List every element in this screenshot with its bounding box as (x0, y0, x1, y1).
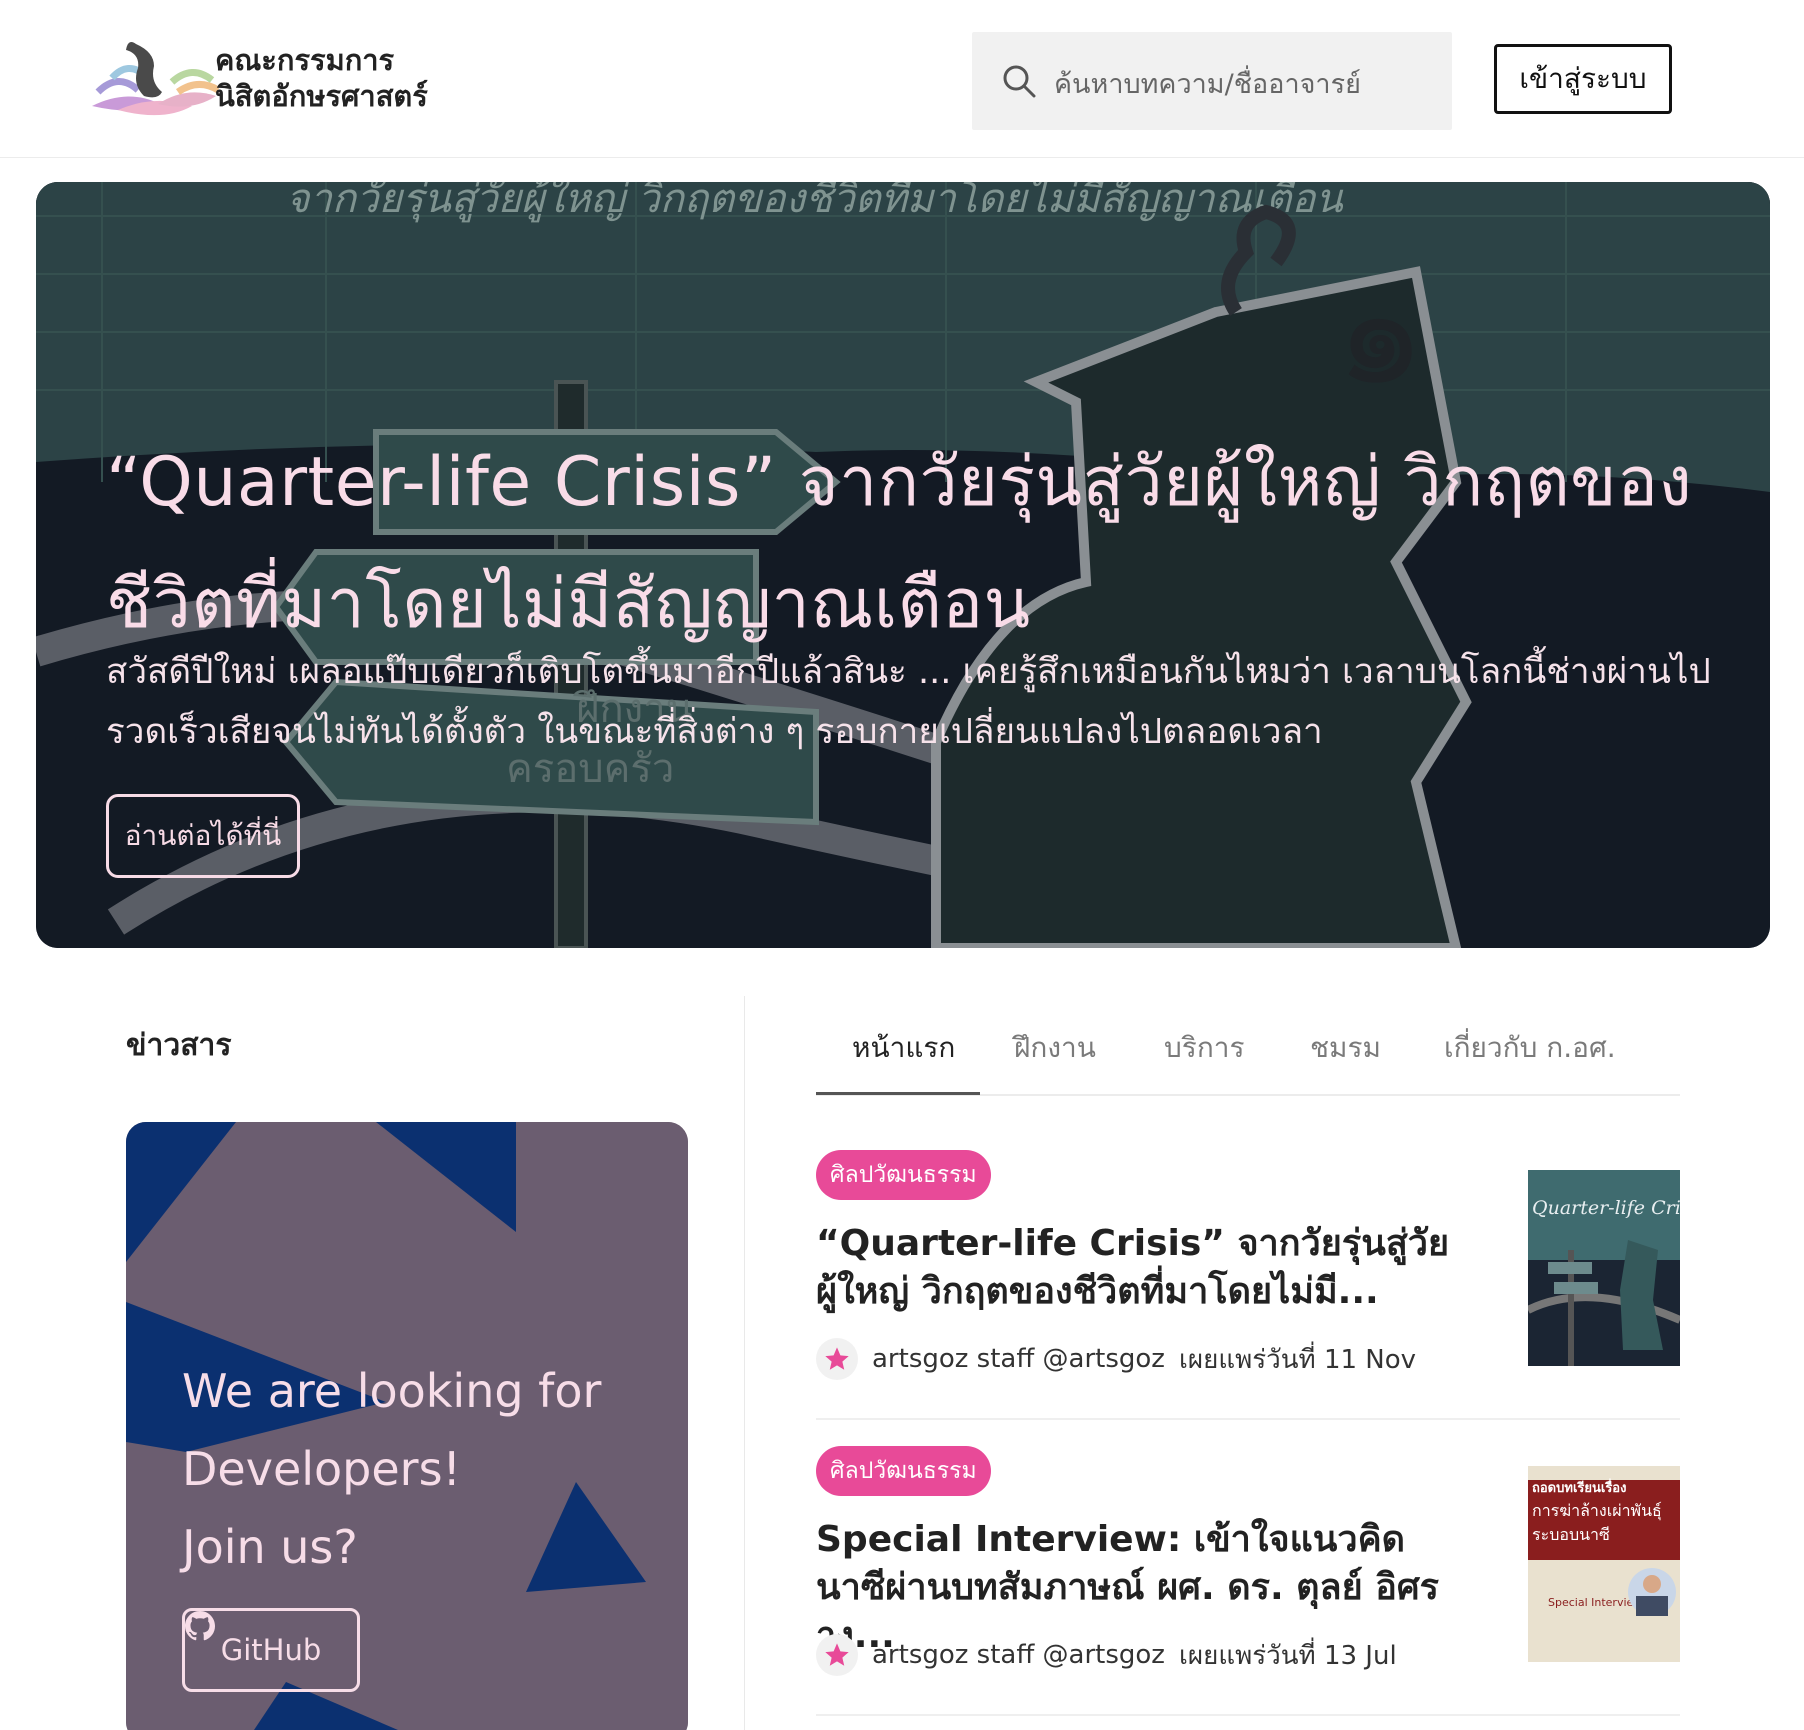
search-box[interactable]: ค้นหาบทความ/ชื่ออาจารย์ (972, 32, 1452, 130)
avatar (816, 1338, 858, 1380)
thumb-label: Special Interview (1548, 1596, 1642, 1609)
tab-about[interactable]: เกี่ยวกับ ก.อศ. (1444, 1026, 1616, 1070)
brand-line-1: คณะกรรมการ (215, 43, 395, 77)
hero-bg-top-text: จากวัยรุ่นสู่วัยผู้ใหญ่ วิกฤตของชีวิตที่… (286, 182, 1344, 223)
thumb-line-3: ระบอบนาซี (1532, 1525, 1610, 1544)
article-title[interactable]: “Quarter-life Crisis” จากวัยรุ่นสู่วัยผู… (816, 1220, 1466, 1316)
tab-services[interactable]: บริการ (1164, 1026, 1245, 1070)
hero-title: “Quarter-life Crisis” จากวัยรุ่นสู่วัยผู… (106, 443, 1693, 644)
article-thumbnail[interactable]: ถอดบทเรียนเรื่อง การฆ่าล้างเผ่าพันธุ์ ระ… (1528, 1466, 1680, 1662)
thumb-line-1: ถอดบทเรียนเรื่อง (1532, 1478, 1626, 1496)
developer-recruit-text: We are looking for Developers! Join us? (182, 1352, 642, 1586)
card-line-1: We are looking for (182, 1364, 602, 1418)
card-line-3: Join us? (182, 1520, 358, 1574)
category-tabs: หน้าแรก ฝึกงาน บริการ ชมรม เกี่ยวกับ ก.อ… (816, 1000, 1680, 1096)
hero-bg-numeral: ๑ (1336, 253, 1425, 416)
github-button[interactable]: GitHub (182, 1608, 360, 1692)
read-more-button[interactable]: อ่านต่อได้ที่นี่ (106, 794, 300, 878)
article-author[interactable]: artsgoz staff @artsgoz (872, 1640, 1165, 1670)
card-line-2: Developers! (182, 1442, 461, 1496)
search-input[interactable]: ค้นหาบทความ/ชื่ออาจารย์ (1054, 62, 1361, 105)
github-icon (185, 1611, 215, 1641)
category-badge[interactable]: ศิลปวัฒนธรรม (816, 1150, 991, 1200)
category-badge[interactable]: ศิลปวัฒนธรรม (816, 1446, 991, 1496)
login-button[interactable]: เข้าสู่ระบบ (1494, 44, 1672, 114)
article-date: เผยแพร่วันที่ 13 Jul (1178, 1640, 1397, 1671)
site-header: คณะกรรมการ นิสิตอักษรศาสตร์ ค้นหาบทความ/… (0, 0, 1804, 158)
article-card[interactable]: ศิลปวัฒนธรรม “Quarter-life Crisis” จากวั… (816, 1150, 1680, 1420)
tab-home[interactable]: หน้าแรก (852, 1026, 955, 1070)
article-card[interactable]: ศิลปวัฒนธรรม Special Interview: เข้าใจแน… (816, 1446, 1680, 1716)
hero-description: สวัสดีปีใหม่ เผลอแป๊บเดียวก็เติบโตขึ้นมา… (106, 652, 1711, 752)
active-tab-indicator (816, 1092, 980, 1095)
github-label: GitHub (220, 1633, 322, 1667)
avatar (816, 1634, 858, 1676)
thumb-title: Quarter-life Crisis (1532, 1197, 1680, 1219)
column-divider (744, 996, 745, 1730)
hero-banner: จากวัยรุ่นสู่วัยผู้ใหญ่ วิกฤตของชีวิตที่… (36, 182, 1770, 948)
article-author[interactable]: artsgoz staff @artsgoz (872, 1344, 1165, 1374)
tab-internship[interactable]: ฝึกงาน (1014, 1026, 1096, 1070)
article-meta: artsgoz staff @artsgoz เผยแพร่วันที่ 13 … (816, 1634, 1397, 1676)
article-date: เผยแพร่วันที่ 11 Nov (1178, 1344, 1417, 1375)
article-meta: artsgoz staff @artsgoz เผยแพร่วันที่ 11 … (816, 1338, 1416, 1380)
tab-clubs[interactable]: ชมรม (1310, 1026, 1381, 1070)
brand-line-2: นิสิตอักษรศาสตร์ (215, 79, 428, 113)
site-brand[interactable]: คณะกรรมการ นิสิตอักษรศาสตร์ (215, 42, 428, 114)
developer-recruit-card: We are looking for Developers! Join us? … (126, 1122, 688, 1730)
logo-icon[interactable] (88, 38, 220, 118)
search-icon (1003, 65, 1036, 98)
thumb-line-2: การฆ่าล้างเผ่าพันธุ์ (1532, 1501, 1662, 1521)
article-thumbnail[interactable]: Quarter-life Crisis (1528, 1170, 1680, 1366)
star-icon (825, 1643, 849, 1666)
news-heading: ข่าวสาร (126, 1028, 232, 1063)
star-icon (825, 1347, 849, 1370)
